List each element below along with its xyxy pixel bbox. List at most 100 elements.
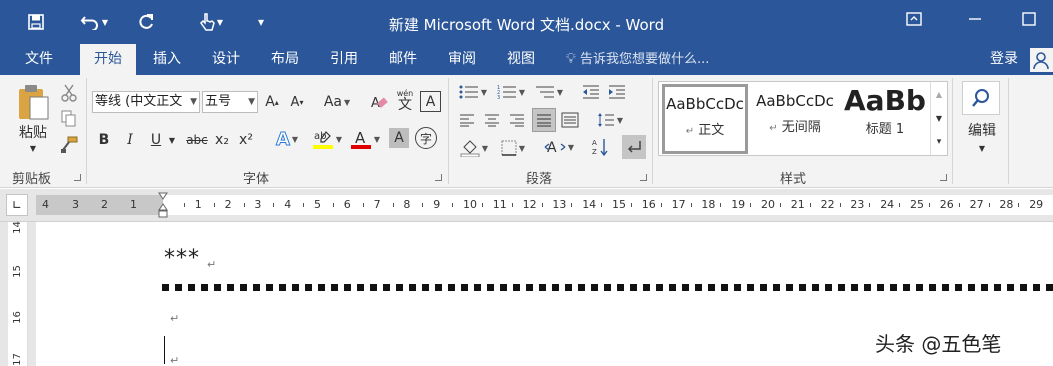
vertical-ruler-tick: 16 <box>11 311 23 324</box>
tab-view[interactable]: 视图 <box>496 44 546 75</box>
minimize-icon[interactable] <box>968 12 982 30</box>
text-effects-icon[interactable]: A ▼ <box>272 127 302 151</box>
align-center-icon[interactable] <box>481 109 503 131</box>
shrink-font-icon[interactable]: A ▾ <box>287 91 307 113</box>
superscript-button[interactable]: x² <box>236 129 256 151</box>
ruler-tick: 19 <box>731 198 746 211</box>
font-launcher-icon[interactable] <box>435 174 442 181</box>
vertical-ruler-tick: 15 <box>11 265 23 278</box>
bullets-icon[interactable]: ▼ <box>456 81 490 103</box>
clear-formatting-icon[interactable]: A <box>368 91 390 113</box>
sort-icon[interactable]: AZ <box>590 135 612 159</box>
grow-font-icon[interactable]: A ▴ <box>262 91 282 113</box>
show-formatting-marks-icon[interactable] <box>622 135 646 159</box>
line-spacing-icon[interactable]: ▼ <box>592 109 628 131</box>
find-icon[interactable] <box>962 81 1000 115</box>
italic-button[interactable]: I <box>120 129 140 151</box>
style-no-spacing[interactable]: AaBbCcDc ↵ 无间隔 <box>753 84 837 154</box>
ruler-tick: 15 <box>612 198 626 211</box>
editing-dropdown-icon[interactable]: ▼ <box>974 141 990 155</box>
cut-icon[interactable] <box>59 83 79 103</box>
ruler-minor-tick <box>690 203 692 207</box>
ribbon-home: 粘贴 ▼ 剪贴板 等线 (中文正文 ▼ 五号 ▼ A ▴ A ▾ Aa ▼ A wén… <box>0 75 1053 188</box>
clipboard-launcher-icon[interactable] <box>74 174 81 181</box>
copy-icon[interactable] <box>59 109 79 129</box>
vertical-ruler[interactable]: 14 15 16 17 <box>8 221 28 366</box>
phonetic-guide-icon[interactable]: wén 文 <box>394 89 416 113</box>
indent-markers[interactable] <box>158 192 168 218</box>
vertical-ruler-tick: 14 <box>11 221 23 234</box>
enclose-characters-icon[interactable]: 字 <box>415 127 437 149</box>
style-normal-name: 正文 <box>698 123 725 138</box>
tell-me-search[interactable]: 💡︎ 告诉我您想要做什么... <box>566 44 709 75</box>
align-right-icon[interactable] <box>506 109 528 131</box>
style-normal[interactable]: AaBbCcDc ↵ 正文 <box>662 84 748 154</box>
ruler-tick: 20 <box>761 198 775 211</box>
styles-launcher-icon[interactable] <box>940 174 947 181</box>
account-icon[interactable] <box>1030 48 1053 72</box>
character-border-icon[interactable]: A <box>420 91 441 112</box>
paste-button[interactable]: 粘贴 <box>14 123 52 141</box>
ruler-tick: 12 <box>522 198 537 211</box>
paste-dropdown-icon[interactable]: ▼ <box>24 141 42 155</box>
lightbulb-icon: 💡︎ <box>566 51 576 67</box>
underline-button[interactable]: U <box>146 129 166 151</box>
strikethrough-button[interactable]: abc <box>184 129 210 151</box>
change-case-button[interactable]: Aa ▼ <box>318 91 356 113</box>
watermark-text: 头条 @五色笔 <box>875 332 1002 356</box>
tab-references[interactable]: 引用 <box>319 44 369 75</box>
horizontal-ruler[interactable]: 4 3 2 1 1 2 3 4 5 6 7 8 9 10 11 12 13 14 15 16 17 18 19 20 2… <box>36 192 1053 218</box>
editing-button[interactable]: 编辑 <box>958 121 1006 139</box>
ruler-minor-tick <box>899 203 901 207</box>
style-heading-1-sample: AaBb <box>844 86 926 116</box>
ribbon-display-options-icon[interactable] <box>906 12 922 30</box>
ruler-minor-tick <box>809 203 811 207</box>
tab-mailings[interactable]: 邮件 <box>378 44 428 75</box>
tab-review[interactable]: 审阅 <box>437 44 487 75</box>
numbering-icon[interactable]: 1 2 3 ▼ <box>494 81 528 103</box>
font-size-combo[interactable]: 五号 ▼ <box>202 91 258 113</box>
font-name-combo[interactable]: 等线 (中文正文 ▼ <box>92 91 200 113</box>
borders-icon[interactable]: ▼ <box>496 137 530 159</box>
shading-icon[interactable]: ▼ <box>456 137 492 159</box>
underline-dropdown-icon[interactable]: ▼ <box>166 129 178 151</box>
ruler-minor-tick <box>928 203 930 207</box>
ruler-minor-tick <box>183 203 185 207</box>
subscript-button[interactable]: x₂ <box>212 129 232 151</box>
styles-more-icon[interactable]: ▾ <box>931 130 947 154</box>
ruler-tick: 24 <box>880 198 895 211</box>
ruler-tick: 2 <box>101 198 108 211</box>
styles-scroll-down-icon[interactable]: ▼ <box>931 106 947 130</box>
paste-icon[interactable] <box>14 81 52 123</box>
bold-button[interactable]: B <box>94 129 114 151</box>
increase-indent-icon[interactable] <box>606 81 628 103</box>
tab-layout[interactable]: 布局 <box>260 44 310 75</box>
chinese-layout-icon[interactable]: A ▼ <box>542 135 576 159</box>
text-highlight-icon[interactable]: ab ▼ <box>310 127 344 151</box>
align-left-icon[interactable] <box>456 109 478 131</box>
tab-insert[interactable]: 插入 <box>142 44 192 75</box>
group-divider <box>448 78 449 184</box>
group-divider <box>1008 78 1009 184</box>
distributed-icon[interactable] <box>559 109 581 131</box>
character-shading-icon[interactable]: A <box>389 128 409 148</box>
style-heading-1[interactable]: AaBb 标题 1 <box>841 84 929 154</box>
font-color-icon[interactable]: A ▼ <box>348 127 382 151</box>
format-painter-icon[interactable] <box>59 135 79 155</box>
sign-in-link[interactable]: 登录 <box>990 44 1018 74</box>
font-name-dropdown-icon[interactable]: ▼ <box>190 92 197 112</box>
justify-icon[interactable] <box>532 108 556 132</box>
maximize-icon[interactable] <box>1022 12 1036 30</box>
tab-design[interactable]: 设计 <box>201 44 251 75</box>
decrease-indent-icon[interactable] <box>580 81 602 103</box>
tab-file[interactable]: 文件 <box>14 44 64 75</box>
styles-scroll-up-icon[interactable]: ▲ <box>931 82 947 106</box>
tab-stop-selector[interactable]: ∟ <box>6 194 28 216</box>
paragraph-launcher-icon[interactable] <box>640 174 647 181</box>
tab-home[interactable]: 开始 <box>80 44 136 75</box>
font-size-dropdown-icon[interactable]: ▼ <box>248 92 255 112</box>
paragraph-mark-icon: ↵ <box>170 354 180 366</box>
ruler-minor-tick <box>1018 203 1020 207</box>
multilevel-list-icon[interactable]: ▼ <box>532 81 566 103</box>
styles-scroller: ▲ ▼ ▾ <box>930 82 947 155</box>
